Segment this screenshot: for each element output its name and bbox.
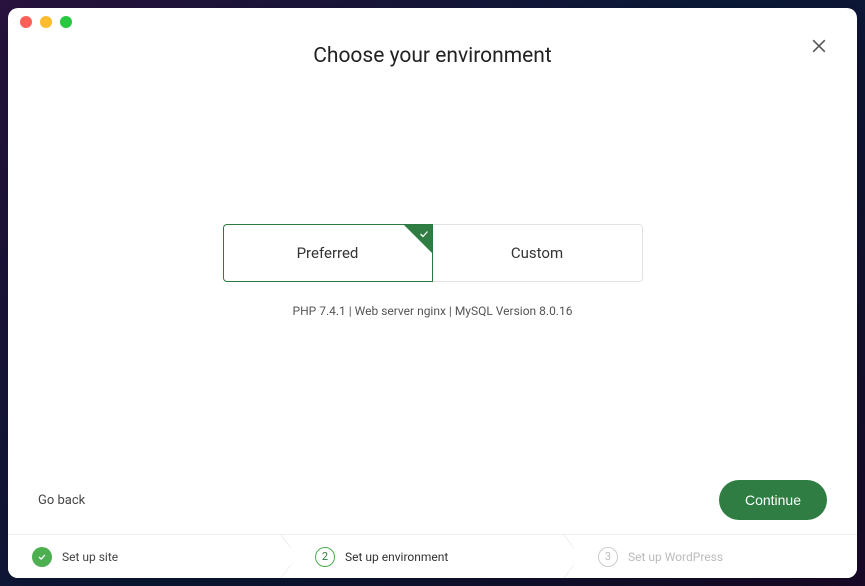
step-label: Set up environment (345, 550, 448, 564)
environment-option-group: Preferred Custom (223, 224, 643, 282)
step-number-icon: 3 (598, 547, 618, 567)
step-label: Set up site (62, 550, 118, 564)
step-setup-environment: 2 Set up environment (291, 535, 574, 578)
step-setup-wordpress: 3 Set up WordPress (574, 535, 857, 578)
option-preferred-label: Preferred (297, 244, 359, 262)
app-window: Choose your environment Preferred Custom… (8, 8, 857, 578)
titlebar (8, 8, 857, 36)
step-number-icon: 2 (315, 547, 335, 567)
window-maximize-dot[interactable] (60, 16, 72, 28)
option-preferred[interactable]: Preferred (223, 224, 433, 282)
selected-check-icon (404, 225, 432, 253)
option-custom[interactable]: Custom (433, 224, 643, 282)
option-custom-label: Custom (511, 244, 563, 262)
window-close-dot[interactable] (20, 16, 32, 28)
window-minimize-dot[interactable] (40, 16, 52, 28)
environment-spec-line: PHP 7.4.1 | Web server nginx | MySQL Ver… (293, 304, 573, 318)
main-content: Preferred Custom PHP 7.4.1 | Web server … (8, 68, 857, 474)
go-back-button[interactable]: Go back (38, 493, 85, 508)
close-icon[interactable] (809, 36, 829, 60)
step-done-check-icon (32, 547, 52, 567)
page-title: Choose your environment (8, 44, 857, 68)
continue-button[interactable]: Continue (719, 480, 827, 520)
footer-row: Go back Continue (8, 474, 857, 534)
steps-bar: Set up site 2 Set up environment 3 Set u… (8, 534, 857, 578)
step-setup-site: Set up site (8, 535, 291, 578)
step-label: Set up WordPress (628, 550, 723, 564)
